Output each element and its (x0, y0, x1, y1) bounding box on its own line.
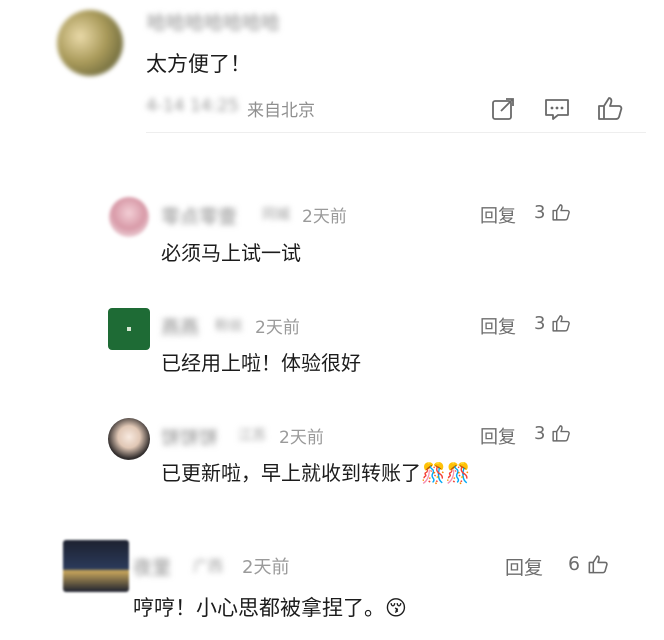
last-comment-time: 2天前 (242, 557, 290, 578)
reply-time: 2天前 (279, 428, 324, 448)
reply-text: 必须马上试一试 (161, 241, 301, 265)
reply-time: 2天前 (302, 207, 347, 227)
last-comment-username[interactable]: 夜里 (133, 553, 171, 580)
last-comment-location: 广西 (193, 557, 224, 575)
like-count: 3 (534, 202, 546, 223)
main-comment-avatar[interactable] (57, 10, 123, 76)
reply-button[interactable]: 回复 (480, 202, 516, 228)
like-count: 3 (534, 423, 546, 444)
reply-username[interactable]: 燕燕 (161, 313, 199, 340)
thumbs-up-icon[interactable] (587, 553, 609, 575)
reply-username[interactable]: 饼饼饼 (161, 423, 218, 450)
reply-text: 已更新啦，早上就收到转账了🎊🎊 (161, 461, 471, 485)
comment-icon[interactable] (543, 96, 571, 122)
reply-avatar[interactable] (108, 308, 150, 350)
like-count: 3 (534, 313, 546, 334)
main-comment-username[interactable]: 哈哈哈哈哈哈哈 (147, 8, 280, 35)
like-count: 6 (568, 553, 581, 575)
thumbs-up-icon[interactable] (551, 313, 571, 333)
main-comment-text: 太方便了！ (146, 52, 251, 76)
thumbs-up-icon[interactable] (551, 202, 571, 222)
last-comment-avatar[interactable] (63, 540, 129, 592)
thumbs-up-icon[interactable] (596, 95, 624, 121)
divider (146, 132, 646, 133)
reply-time: 2天前 (255, 318, 300, 338)
share-icon[interactable] (490, 96, 516, 122)
reply-badge: 同城 (262, 207, 290, 223)
reply-avatar[interactable] (109, 197, 149, 237)
reply-button[interactable]: 回复 (505, 553, 543, 580)
reply-badge: 江苏 (238, 428, 266, 444)
thumbs-up-icon[interactable] (551, 423, 571, 443)
reply-badge: 粉丝 (215, 318, 243, 334)
reply-text: 已经用上啦！体验很好 (161, 351, 361, 375)
main-comment-date: 4-14 14:25 (146, 96, 239, 116)
reply-button[interactable]: 回复 (480, 423, 516, 449)
main-comment-location: 来自北京 (247, 101, 315, 121)
last-comment-text: 哼哼！小心思都被拿捏了。😚 (133, 596, 407, 620)
reply-avatar[interactable] (108, 418, 150, 460)
reply-username[interactable]: 零点零壹 (161, 202, 237, 229)
reply-button[interactable]: 回复 (480, 313, 516, 339)
